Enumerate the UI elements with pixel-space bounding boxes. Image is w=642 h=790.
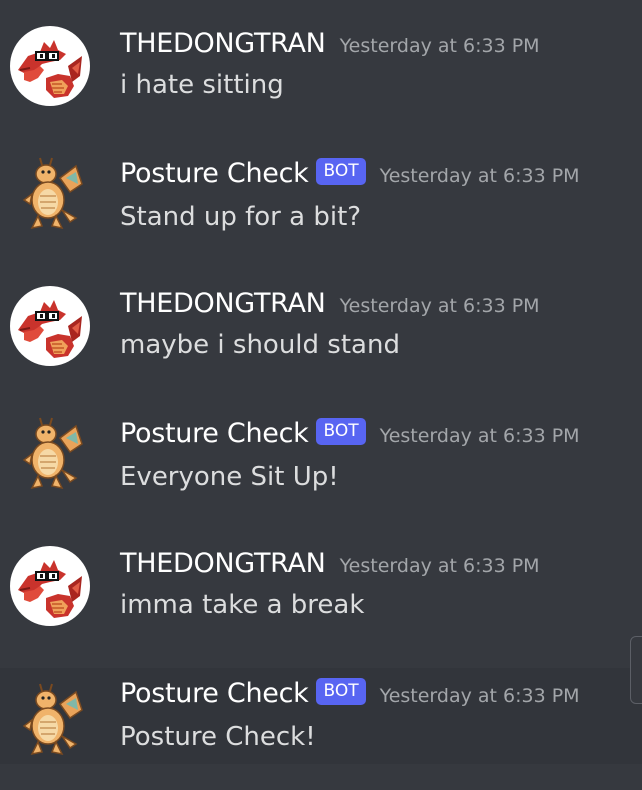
message-actions-toolbar-edge[interactable] [630, 636, 642, 704]
username[interactable]: THEDONGTRAN [120, 548, 326, 579]
message-item[interactable]: Posture Check BOT Yesterday at 6:33 PM Pos… [0, 668, 642, 764]
timestamp[interactable]: Yesterday at 6:33 PM [340, 295, 540, 317]
message-list: THEDONGTRAN Yesterday at 6:33 PM i hate s… [0, 0, 642, 790]
message-header: Posture Check BOT Yesterday at 6:33 PM [120, 418, 580, 454]
message-item[interactable]: THEDONGTRAN Yesterday at 6:33 PM i hate s… [0, 0, 642, 130]
dragonite-icon [10, 154, 90, 234]
username[interactable]: Posture Check [120, 678, 309, 709]
message-text: Posture Check! [120, 722, 316, 752]
timestamp[interactable]: Yesterday at 6:33 PM [380, 425, 580, 447]
message-item[interactable]: Posture Check BOT Yesterday at 6:33 PM Eve… [0, 390, 642, 520]
message-text: imma take a break [120, 590, 365, 620]
dragonite-icon [10, 680, 90, 760]
red-dragon-glasses-icon [10, 286, 90, 366]
message-header: THEDONGTRAN Yesterday at 6:33 PM [120, 288, 540, 324]
username[interactable]: Posture Check [120, 158, 309, 189]
dragonite-icon [10, 414, 90, 494]
message-text: Everyone Sit Up! [120, 462, 339, 492]
username[interactable]: THEDONGTRAN [120, 28, 326, 59]
message-item[interactable]: THEDONGTRAN Yesterday at 6:33 PM imma tak… [0, 520, 642, 650]
message-item[interactable]: THEDONGTRAN Yesterday at 6:33 PM maybe i … [0, 260, 642, 390]
message-header: Posture Check BOT Yesterday at 6:33 PM [120, 678, 580, 714]
timestamp[interactable]: Yesterday at 6:33 PM [340, 555, 540, 577]
message-text: i hate sitting [120, 70, 284, 100]
timestamp[interactable]: Yesterday at 6:33 PM [340, 35, 540, 57]
user-avatar[interactable] [10, 546, 90, 626]
message-header: THEDONGTRAN Yesterday at 6:33 PM [120, 548, 540, 584]
message-item[interactable]: Posture Check BOT Yesterday at 6:33 PM Sta… [0, 130, 642, 260]
bot-avatar[interactable] [10, 414, 90, 494]
user-avatar[interactable] [10, 26, 90, 106]
bot-badge: BOT [316, 158, 366, 185]
username[interactable]: Posture Check [120, 418, 309, 449]
message-text: maybe i should stand [120, 330, 400, 360]
message-header: Posture Check BOT Yesterday at 6:33 PM [120, 158, 580, 194]
timestamp[interactable]: Yesterday at 6:33 PM [380, 685, 580, 707]
red-dragon-glasses-icon [10, 546, 90, 626]
bot-avatar[interactable] [10, 680, 90, 760]
red-dragon-glasses-icon [10, 26, 90, 106]
username[interactable]: THEDONGTRAN [120, 288, 326, 319]
timestamp[interactable]: Yesterday at 6:33 PM [380, 165, 580, 187]
message-text: Stand up for a bit? [120, 202, 362, 232]
bot-avatar[interactable] [10, 154, 90, 234]
user-avatar[interactable] [10, 286, 90, 366]
bot-badge: BOT [316, 418, 366, 445]
message-header: THEDONGTRAN Yesterday at 6:33 PM [120, 28, 540, 64]
bot-badge: BOT [316, 678, 366, 705]
